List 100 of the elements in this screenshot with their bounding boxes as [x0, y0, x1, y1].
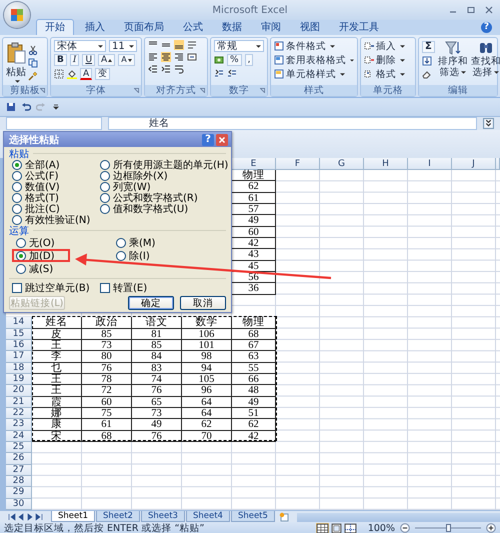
grow-font-button[interactable]: A [98, 54, 116, 66]
horizontal-scrollbar[interactable] [296, 513, 500, 522]
sheet-tab[interactable]: Sheet5 [230, 511, 275, 522]
sheet-tab[interactable]: Sheet2 [96, 511, 140, 522]
scissors-icon[interactable] [28, 45, 38, 55]
zoom-out-icon[interactable] [400, 523, 410, 533]
undo-icon[interactable] [21, 102, 31, 112]
row-header[interactable]: 18 [6, 362, 32, 374]
radio-option[interactable]: 边框除外(X) [100, 170, 228, 181]
copy-icon[interactable] [28, 58, 38, 68]
increase-indent-icon[interactable] [161, 64, 171, 74]
row-header[interactable]: 23 [6, 419, 32, 431]
help-button[interactable]: ? [202, 134, 214, 146]
align-icon[interactable] [174, 40, 184, 50]
save-icon[interactable] [6, 102, 16, 112]
insert-sheet-icon[interactable] [278, 512, 290, 522]
cells-menu-button[interactable]: 删除 [364, 54, 412, 66]
column-header[interactable]: J [452, 158, 496, 170]
column-header[interactable]: G [320, 158, 364, 170]
ribbon-tab[interactable]: 开始 [36, 19, 74, 35]
row-header[interactable]: 20 [6, 385, 32, 397]
ribbon-tab[interactable]: 页面布局 [116, 20, 172, 35]
help-button[interactable]: ? [481, 22, 492, 33]
sheet-tab[interactable]: Sheet3 [140, 511, 185, 522]
dialog-button[interactable]: 取消 [180, 296, 226, 310]
styles-menu-button[interactable]: 单元格样式 [274, 68, 354, 80]
radio-icon[interactable] [12, 170, 22, 180]
fill-color-icon[interactable] [67, 69, 77, 79]
decrease-decimal-icon[interactable] [227, 68, 237, 78]
radio-option[interactable]: 批注(C) [12, 203, 100, 214]
radio-option[interactable]: 格式(T) [12, 192, 100, 203]
styles-menu-button[interactable]: 套用表格格式 [274, 54, 354, 66]
font-color-button[interactable]: A [80, 68, 92, 80]
office-button[interactable] [4, 2, 30, 28]
radio-option[interactable]: 减(S) [12, 262, 112, 275]
autosum-button[interactable]: Σ [422, 41, 435, 53]
column-header[interactable]: F [276, 158, 320, 170]
radio-icon[interactable] [116, 238, 126, 248]
close-icon[interactable] [484, 5, 494, 15]
column-header[interactable]: I [408, 158, 452, 170]
row-header[interactable]: 22 [6, 408, 32, 420]
font-size-field[interactable]: 11 [109, 40, 137, 52]
dialog-launcher-icon[interactable] [40, 88, 45, 93]
page-break-icon[interactable] [344, 522, 357, 533]
dialog-launcher-icon[interactable] [260, 88, 265, 93]
radio-icon[interactable] [12, 182, 22, 192]
eraser-icon[interactable] [422, 69, 432, 79]
radio-icon[interactable] [100, 192, 110, 202]
align-icon[interactable] [174, 52, 184, 62]
ribbon-tab[interactable]: 公式 [175, 20, 211, 35]
row-header[interactable]: 28 [6, 476, 32, 488]
merge-icon[interactable] [187, 52, 197, 62]
radio-option[interactable]: 数值(V) [12, 181, 100, 192]
checkbox-option[interactable]: 跳过空单元(B) [12, 282, 100, 293]
sort-filter-button[interactable]: 排序和 筛选 [438, 40, 468, 78]
radio-icon[interactable] [16, 264, 26, 274]
radio-icon[interactable] [100, 170, 110, 180]
checkbox-icon[interactable] [100, 282, 110, 292]
font-name-field[interactable]: 宋体 [54, 40, 106, 52]
ribbon-tab[interactable]: 开发工具 [331, 20, 387, 35]
radio-icon[interactable] [12, 192, 22, 202]
radio-option[interactable]: 无(O) [12, 236, 112, 249]
ribbon-tab[interactable]: 视图 [292, 20, 328, 35]
normal-view-icon[interactable] [316, 522, 329, 533]
zoom-in-icon[interactable] [486, 523, 496, 533]
percent-button[interactable]: % [227, 54, 242, 66]
checkbox-option[interactable]: 转置(E) [100, 282, 226, 293]
row-header[interactable]: 29 [6, 487, 32, 499]
currency-icon[interactable] [214, 55, 224, 65]
sheet-navigation-icon[interactable] [8, 513, 44, 521]
radio-option[interactable]: 所有使用源主题的单元(H) [100, 159, 228, 170]
dialog-button[interactable]: 确定 [128, 296, 174, 310]
row-header[interactable]: 17 [6, 351, 32, 363]
close-icon[interactable] [216, 134, 228, 146]
radio-icon[interactable] [16, 250, 26, 260]
row-header[interactable]: 24 [6, 430, 32, 442]
increase-decimal-icon[interactable] [214, 68, 224, 78]
row-header[interactable]: 16 [6, 340, 32, 352]
cells-menu-button[interactable]: 格式 [364, 68, 412, 80]
formula-field[interactable]: 姓名 [108, 117, 477, 130]
radio-option[interactable]: 值和数字格式(U) [100, 203, 228, 214]
dialog-launcher-icon[interactable] [200, 88, 205, 93]
cells-menu-button[interactable]: 插入 [364, 40, 412, 52]
column-header[interactable]: H [364, 158, 408, 170]
row-header[interactable]: 30 [6, 498, 32, 510]
radio-option[interactable]: 列宽(W) [100, 181, 228, 192]
wrap-text-icon[interactable] [174, 64, 184, 74]
number-format-field[interactable]: 常规 [214, 40, 264, 52]
paste-button[interactable]: 粘贴 [6, 42, 26, 83]
shrink-font-button[interactable]: A [118, 54, 135, 66]
radio-option[interactable]: 全部(A) [12, 159, 100, 170]
radio-option[interactable]: 加(D) [12, 249, 112, 262]
sheet-tab[interactable]: Sheet4 [186, 511, 230, 522]
radio-icon[interactable] [12, 204, 22, 214]
customize-icon[interactable] [51, 102, 61, 112]
checkbox-icon[interactable] [12, 282, 22, 292]
find-select-button[interactable]: 查找和 选择 [470, 40, 500, 78]
radio-option[interactable]: 公式(F) [12, 170, 100, 181]
radio-icon[interactable] [12, 214, 22, 224]
align-icon[interactable] [148, 52, 158, 62]
